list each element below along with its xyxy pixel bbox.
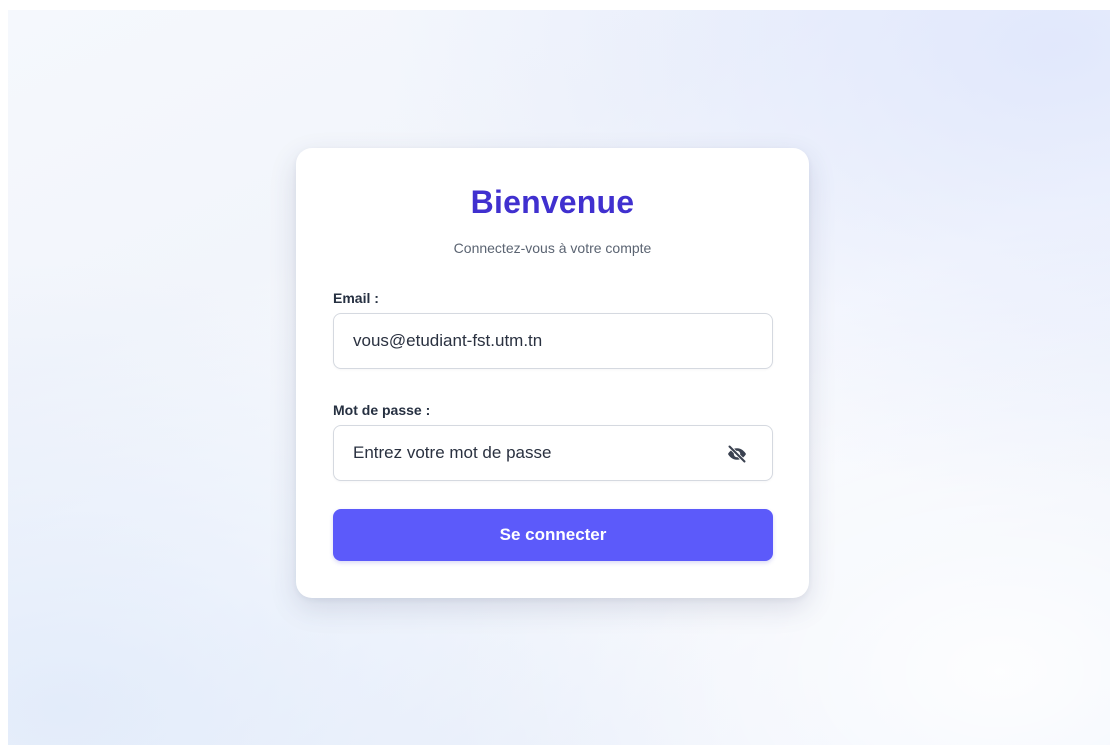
login-title: Bienvenue: [470, 184, 635, 220]
login-button[interactable]: Se connecter: [333, 509, 773, 561]
eye-slash-icon[interactable]: [726, 444, 748, 464]
email-value: vous@etudiant-fst.utm.tn: [353, 331, 543, 350]
password-placeholder: Entrez votre mot de passe: [353, 443, 552, 462]
page-background: Bienvenue Connectez-vous à votre compte …: [8, 10, 1110, 745]
password-label: Mot de passe :: [333, 402, 431, 418]
email-field[interactable]: vous@etudiant-fst.utm.tn: [333, 313, 773, 369]
login-card: Bienvenue Connectez-vous à votre compte …: [296, 148, 809, 598]
password-field[interactable]: Entrez votre mot de passe: [333, 425, 773, 481]
login-subtitle: Connectez-vous à votre compte: [453, 240, 652, 256]
email-label: Email :: [333, 290, 379, 306]
